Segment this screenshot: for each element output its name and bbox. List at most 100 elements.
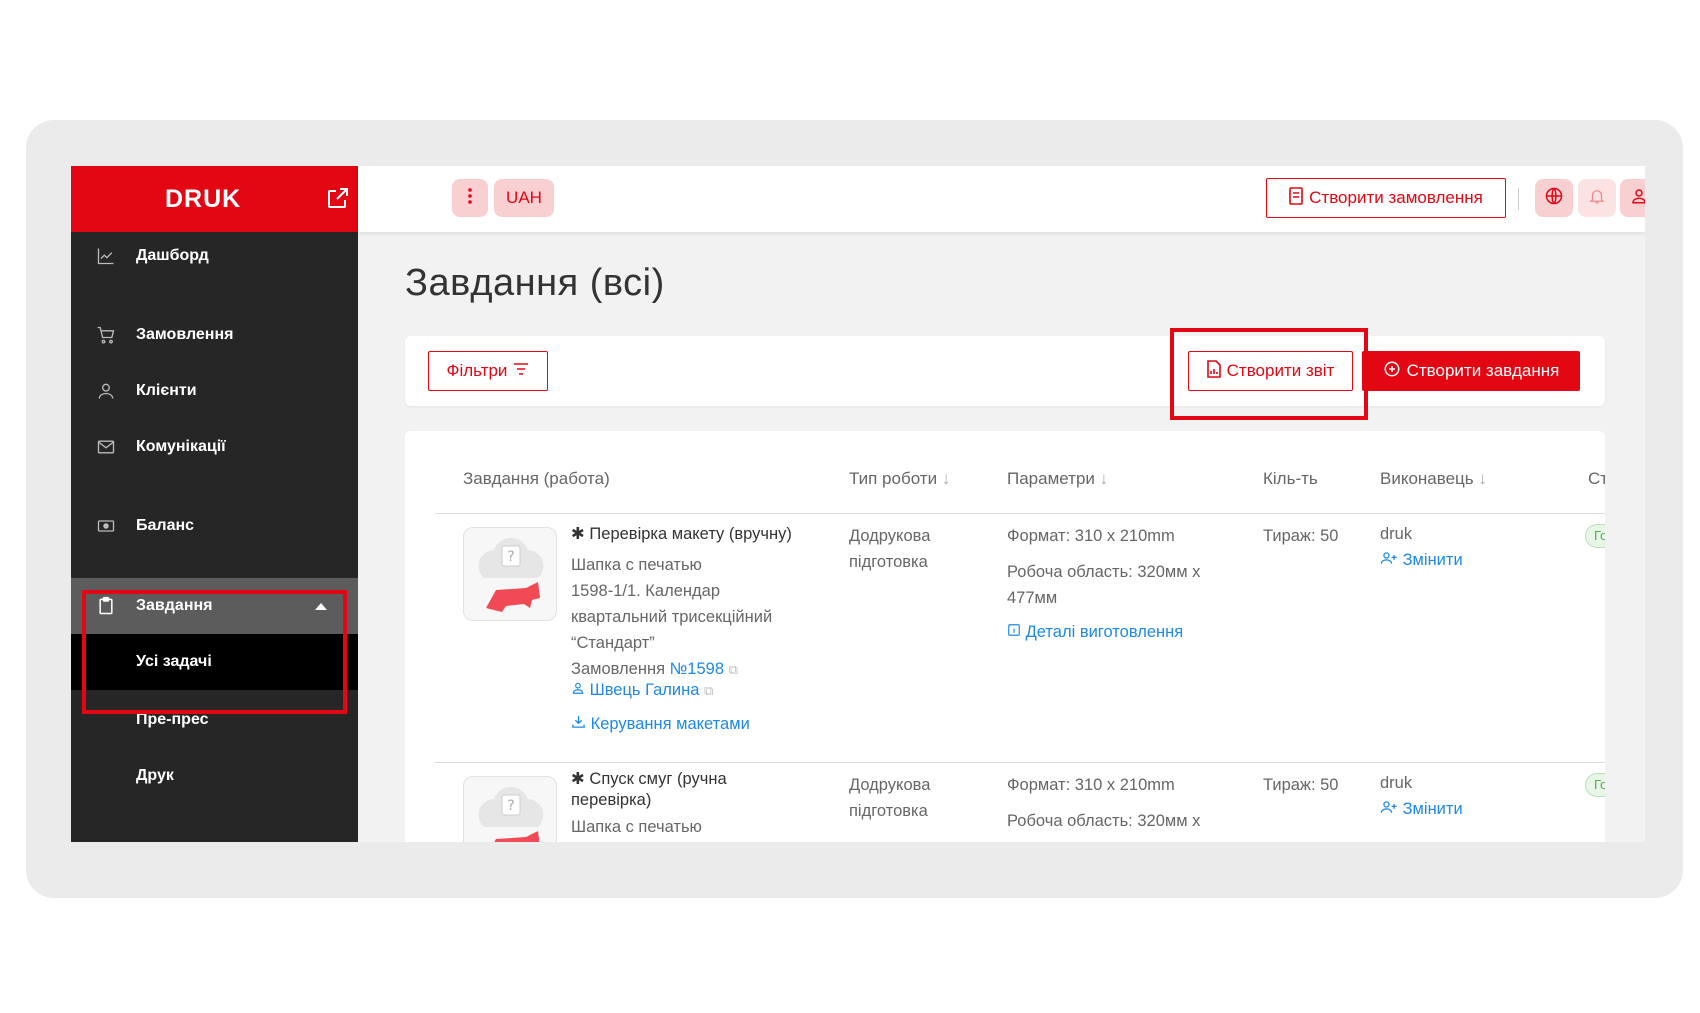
sidebar-item-label: Дашборд: [136, 247, 209, 264]
task-title[interactable]: ✱ Спуск смуг (ручна перевірка): [571, 769, 727, 811]
work-area-line: Робоча область: 320мм х: [1007, 563, 1201, 581]
desc-line: Шапка с печатью: [571, 818, 702, 836]
sidebar-item-orders[interactable]: Замовлення: [71, 315, 358, 355]
format-value: Формат: 310 х 210mm: [1007, 527, 1175, 545]
sidebar-item-balance[interactable]: Баланс: [71, 506, 358, 546]
work-area-line: 477мм: [1007, 589, 1058, 607]
sidebar-item-label: Клієнти: [136, 382, 197, 399]
task-title-text: Перевірка макету (вручну): [589, 525, 792, 543]
filters-button[interactable]: Фільтри: [428, 351, 548, 391]
brand-bar: DRUK: [71, 166, 358, 232]
executor-name: druk: [1380, 774, 1413, 792]
create-order-label: Створити замовлення: [1309, 188, 1483, 207]
download-icon: [571, 715, 591, 733]
add-user-icon: [1380, 800, 1403, 818]
notifications-button[interactable]: [1578, 179, 1616, 217]
tasks-table: Завдання (работа) Тип роботи ↓ Параметри…: [405, 431, 1605, 842]
parameters-cell: Формат: 310 х 210mm Робоча область: 320м…: [1007, 772, 1200, 834]
bell-icon: [1588, 186, 1606, 211]
filter-icon: [513, 361, 529, 381]
client-name: Швець Галина: [589, 681, 700, 699]
arrow-down-icon: ↓: [941, 469, 951, 488]
task-description: Шапка с печатью 1598-1/1. Календар кварт…: [571, 552, 772, 683]
sidebar-item-label: Баланс: [136, 517, 195, 534]
production-details-link[interactable]: Деталі виготовлення: [1007, 619, 1200, 645]
globe-icon: [1544, 186, 1564, 211]
dots-vertical-icon: [467, 187, 473, 210]
executor-cell: druk Змінити: [1380, 521, 1463, 573]
language-button[interactable]: [1535, 179, 1573, 217]
sidebar-item-clients[interactable]: Клієнти: [71, 371, 358, 411]
document-icon: [1289, 186, 1303, 210]
top-bar: UAH Створити замовлення: [358, 166, 1645, 232]
work-type-cell: Додрукова підготовка: [849, 523, 930, 575]
production-details-label: Деталі виготовлення: [1025, 623, 1184, 641]
change-executor-label: Змінити: [1402, 800, 1463, 818]
work-area-line: Робоча область: 320мм х: [1007, 812, 1201, 830]
task-thumbnail[interactable]: ?: [463, 776, 557, 842]
add-user-icon: [1380, 551, 1403, 569]
column-header-task[interactable]: Завдання (работа): [463, 469, 610, 489]
order-label: Замовлення: [571, 660, 666, 678]
desc-line: Шапка с печатью: [571, 556, 702, 574]
column-header-quantity[interactable]: Кіль-ть: [1263, 469, 1318, 489]
arrow-down-icon: ↓: [1478, 469, 1487, 488]
status-badge: Го: [1585, 524, 1605, 548]
asterisk-icon: ✱: [571, 525, 585, 543]
sidebar-item-dashboard[interactable]: Дашборд: [71, 236, 358, 276]
sidebar-item-communications[interactable]: Комунікації: [71, 427, 358, 467]
user-icon: [571, 681, 590, 699]
desc-line: 1598-1/1. Календар: [571, 582, 720, 600]
external-link-icon[interactable]: ⧉: [729, 662, 738, 677]
brand-logo[interactable]: DRUK: [165, 185, 241, 214]
task-description: Шапка с печатью: [571, 814, 702, 840]
work-type-line: підготовка: [849, 553, 928, 571]
quantity-cell: Тираж: 50: [1263, 527, 1339, 545]
manage-layouts-link[interactable]: Керування макетами: [571, 711, 750, 737]
create-task-button[interactable]: Створити завдання: [1362, 351, 1580, 391]
filters-label: Фільтри: [446, 361, 508, 380]
external-link-icon[interactable]: ⧉: [704, 683, 713, 698]
work-type-line: Додрукова: [849, 527, 931, 545]
more-menu-button[interactable]: [452, 179, 488, 217]
svg-text:?: ?: [507, 798, 514, 814]
manage-layouts-label: Керування макетами: [590, 715, 750, 733]
plus-circle-icon: [1383, 360, 1401, 383]
task-title-text: Спуск смуг (ручна: [589, 770, 727, 788]
column-label: Виконавець: [1380, 469, 1474, 488]
desc-line: квартальний трисекційний: [571, 608, 773, 626]
create-task-label: Створити завдання: [1406, 361, 1560, 380]
arrow-down-icon: ↓: [1099, 469, 1109, 488]
task-title[interactable]: ✱ Перевірка макету (вручну): [571, 521, 792, 547]
column-header-status[interactable]: Ст: [1588, 469, 1605, 489]
client-link[interactable]: Швець Галина ⧉: [571, 677, 713, 704]
external-link-icon[interactable]: [326, 186, 350, 210]
mail-icon: [95, 436, 117, 458]
column-header-parameters[interactable]: Параметри ↓: [1007, 469, 1108, 489]
executor-cell: druk Змінити: [1380, 770, 1463, 822]
app-window: DRUK Дашборд Замовлення Клієнти Комуніка…: [71, 166, 1645, 842]
task-thumbnail[interactable]: ?: [463, 527, 557, 621]
profile-button[interactable]: [1620, 179, 1645, 217]
parameters-cell: Формат: 310 х 210mm Робоча область: 320м…: [1007, 523, 1200, 645]
create-order-button[interactable]: Створити замовлення: [1266, 178, 1506, 218]
highlight-box-create-report: [1170, 328, 1368, 420]
cart-icon: [95, 324, 117, 346]
work-type-line: підготовка: [849, 802, 928, 820]
column-header-executor[interactable]: Виконавець ↓: [1380, 469, 1487, 489]
currency-selector[interactable]: UAH: [494, 179, 554, 217]
task-title-text: перевірка): [571, 791, 652, 809]
change-executor-link[interactable]: Змінити: [1380, 547, 1463, 573]
change-executor-link[interactable]: Змінити: [1380, 796, 1463, 822]
column-header-work-type[interactable]: Тип роботи ↓: [849, 469, 950, 489]
sidebar-subitem-print[interactable]: Друк: [71, 756, 358, 796]
wallet-icon: [95, 515, 117, 537]
work-type-cell: Додрукова підготовка: [849, 772, 930, 824]
sidebar-item-label: Замовлення: [136, 326, 234, 343]
order-number-link[interactable]: №1598: [670, 660, 724, 678]
desc-line: “Стандарт”: [571, 634, 655, 652]
quantity-cell: Тираж: 50: [1263, 776, 1339, 794]
column-label: Параметри: [1007, 469, 1095, 488]
row-divider: [435, 513, 1605, 514]
sidebar-item-label: Друк: [136, 767, 174, 784]
